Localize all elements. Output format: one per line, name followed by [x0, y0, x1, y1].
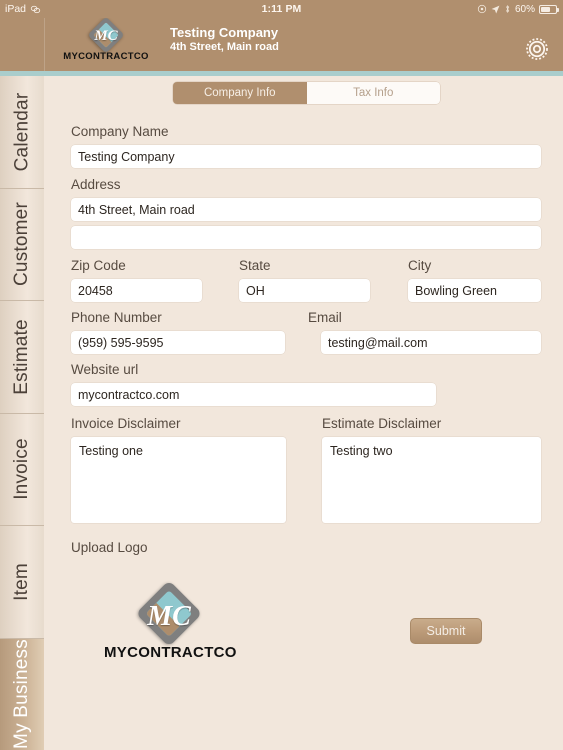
upload-logo-preview[interactable]: MC MYCONTRACTCO: [104, 580, 237, 670]
sidebar-item-label: My Business: [11, 639, 32, 750]
header-company-info: Testing Company 4th Street, Main road: [170, 25, 279, 54]
ios-status-bar: iPad 1:11 PM 60%: [0, 0, 563, 18]
content-pane: Company Info Tax Info Company Name Testi…: [44, 76, 563, 750]
state-label: State: [239, 258, 271, 273]
estimate-disclaimer-textarea[interactable]: Testing two: [322, 437, 541, 523]
app-root: iPad 1:11 PM 60% MC MYCONTRACTCO Testing…: [0, 0, 563, 750]
email-label: Email: [308, 310, 342, 325]
upload-logo-label: Upload Logo: [71, 540, 148, 555]
battery-percent-label: 60%: [514, 3, 535, 15]
phone-number-input[interactable]: (959) 595-9595: [71, 331, 285, 354]
sidebar-item-label: Calendar: [11, 92, 32, 172]
clock-label: 1:11 PM: [261, 3, 302, 15]
zip-code-label: Zip Code: [71, 258, 126, 273]
logo-preview-wordmark: MYCONTRACTCO: [104, 644, 237, 661]
state-input[interactable]: OH: [239, 279, 370, 302]
email-input[interactable]: testing@mail.com: [321, 331, 541, 354]
website-url-label: Website url: [71, 362, 139, 377]
address-line1-input[interactable]: 4th Street, Main road: [71, 198, 541, 221]
logo-preview-monogram: MC: [147, 601, 191, 632]
sidebar-nav: Calendar Customer Estimate Invoice Item …: [0, 76, 44, 750]
location-arrow-icon: [491, 5, 500, 14]
settings-gear-button[interactable]: [521, 33, 553, 65]
header-company-address: 4th Street, Main road: [170, 40, 279, 53]
estimate-disclaimer-label: Estimate Disclaimer: [322, 416, 442, 431]
address-line2-input[interactable]: [71, 226, 541, 249]
sidebar-item-label: Customer: [11, 202, 32, 287]
status-bar-left: iPad: [0, 3, 120, 15]
sidebar-item-customer[interactable]: Customer: [0, 189, 44, 301]
link-icon: [30, 4, 41, 15]
phone-number-label: Phone Number: [71, 310, 162, 325]
header-company-name: Testing Company: [170, 25, 279, 40]
gear-icon: [526, 38, 548, 60]
sidebar-item-item[interactable]: Item: [0, 526, 44, 639]
header-brand-logo: MC MYCONTRACTCO: [58, 16, 154, 66]
sidebar-item-label: Item: [10, 562, 32, 601]
company-info-form: Company Name Testing Company Address 4th…: [44, 76, 563, 750]
submit-button[interactable]: Submit: [410, 618, 482, 644]
header-logo-monogram: MC: [94, 28, 118, 44]
invoice-disclaimer-textarea[interactable]: Testing one: [71, 437, 286, 523]
battery-icon: [539, 4, 559, 14]
header-accent-rule: [0, 71, 563, 76]
sidebar-item-my-business[interactable]: My Business: [0, 638, 44, 750]
company-name-input[interactable]: Testing Company: [71, 145, 541, 168]
sidebar-item-label: Estimate: [11, 318, 33, 395]
city-input[interactable]: Bowling Green: [408, 279, 541, 302]
sidebar-item-invoice[interactable]: Invoice: [0, 414, 44, 526]
zip-code-input[interactable]: 20458: [71, 279, 202, 302]
address-label: Address: [71, 177, 121, 192]
header-divider: [44, 18, 45, 71]
invoice-disclaimer-label: Invoice Disclaimer: [71, 416, 181, 431]
status-bar-right: 60%: [443, 4, 563, 15]
website-url-input[interactable]: mycontractco.com: [71, 383, 436, 406]
sidebar-item-estimate[interactable]: Estimate: [0, 301, 44, 414]
sidebar-item-calendar[interactable]: Calendar: [0, 76, 44, 189]
bluetooth-icon: [504, 4, 511, 14]
header-logo-wordmark: MYCONTRACTCO: [63, 51, 149, 62]
company-name-label: Company Name: [71, 124, 169, 139]
city-label: City: [408, 258, 432, 273]
refresh-icon: [477, 4, 487, 14]
sidebar-item-label: Invoice: [11, 438, 33, 501]
device-name-label: iPad: [5, 3, 27, 15]
